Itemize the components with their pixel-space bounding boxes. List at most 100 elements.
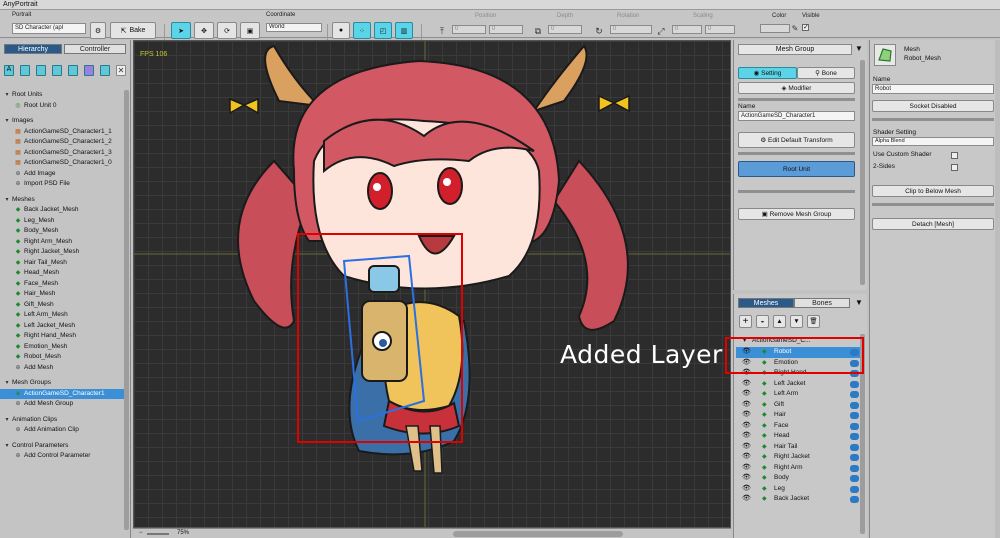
tree-section[interactable]: ▾ Animation Clips [0, 415, 124, 426]
two-sides-checkbox[interactable] [951, 164, 958, 171]
move-down-button[interactable]: ▼ [790, 315, 803, 328]
select-tool-button[interactable]: ➤ [171, 22, 191, 39]
filter-root-button[interactable] [20, 65, 30, 76]
mesh-name-field[interactable]: Robot [872, 84, 994, 94]
modifier-button[interactable]: ◈ Modifier [738, 82, 855, 94]
remove-meshgroup-button[interactable]: ▣ Remove Mesh Group [738, 208, 855, 220]
mesh-view-button[interactable]: ⁘ [353, 22, 371, 39]
tree-item[interactable]: ◆ Face_Mesh [0, 279, 124, 290]
eye-icon[interactable]: 👁 [742, 431, 751, 442]
render-toggle-icon[interactable] [850, 380, 859, 388]
zoom-slider[interactable] [147, 533, 169, 535]
tree-item[interactable]: ◎ Root Unit 0 [0, 101, 124, 112]
coordinate-select[interactable]: World [266, 23, 322, 32]
physics-button[interactable]: ▥ [395, 22, 413, 39]
tree-item[interactable]: ▦ ActionGameSD_Character1_1 [0, 127, 124, 138]
render-toggle-icon[interactable] [850, 433, 859, 440]
position-y-field[interactable]: 0 [489, 25, 523, 34]
layer-item[interactable]: 👁 ◆ Body [736, 473, 861, 484]
layer-item[interactable]: 👁 ◆ Hair [736, 410, 861, 421]
tree-item[interactable]: ◆ Left Arm_Mesh [0, 310, 124, 321]
layer-item[interactable]: 👁 ◆ Back Jacket [736, 494, 861, 505]
expand-icon[interactable]: ▾ [4, 415, 10, 426]
tree-item[interactable]: ◆ Body_Mesh [0, 226, 124, 237]
tab-bones[interactable]: Bones [794, 298, 850, 308]
color-swatch[interactable] [760, 24, 790, 33]
layer-item[interactable]: 👁 ◆ Face [736, 421, 861, 432]
edit-transform-button[interactable]: ⚙ Edit Default Transform [738, 132, 855, 148]
portrait-select[interactable]: SD Character (apl [12, 23, 86, 34]
tree-item[interactable]: ◆ Hair Tail_Mesh [0, 258, 124, 269]
add-layer-button[interactable]: + [739, 315, 752, 328]
eye-icon[interactable]: 👁 [742, 400, 751, 411]
expand-icon[interactable]: ▾ [4, 378, 10, 389]
expand-icon[interactable]: ▾ [4, 195, 10, 206]
tab-bone[interactable]: ⚲ Bone [797, 67, 855, 79]
tree-section[interactable]: ▾ Mesh Groups [0, 378, 124, 389]
viewport-canvas[interactable]: FPS 106 [133, 40, 731, 528]
tree-item[interactable]: ▦ ActionGameSD_Character1_3 [0, 148, 124, 159]
scaling-x-field[interactable]: 0 [672, 25, 702, 34]
tree-section[interactable]: ▾ Control Parameters [0, 441, 124, 452]
tree-add-item[interactable]: ⊕ Add Image [0, 169, 124, 180]
render-toggle-icon[interactable] [850, 443, 859, 451]
layer-item[interactable]: 👁 ◆ Leg [736, 484, 861, 495]
tree-item[interactable]: ◈ ActionGameSD_Character1 [0, 388, 124, 399]
tree-add-item[interactable]: ⊕ Add Control Parameter [0, 451, 124, 462]
hierarchy-scrollbar[interactable] [124, 90, 129, 530]
detach-button[interactable]: Detach [Mesh] [872, 218, 994, 230]
layer-item[interactable]: 👁 ◆ Right Jacket [736, 452, 861, 463]
chevron-down-icon[interactable]: ▼ [855, 44, 863, 53]
shader-select[interactable]: Alpha Blend [872, 137, 994, 146]
close-filter-button[interactable]: ✕ [116, 65, 126, 76]
tree-add-item[interactable]: ⊕ Add Animation Clip [0, 425, 124, 436]
eye-icon[interactable]: 👁 [742, 379, 751, 390]
bone-view-button[interactable]: ◰ [374, 22, 392, 39]
filter-all-button[interactable]: A [4, 65, 14, 76]
chevron-down-icon[interactable]: ▼ [855, 298, 863, 307]
eye-icon[interactable]: 👁 [742, 421, 751, 432]
tree-add-item[interactable]: ⊕ Add Mesh Group [0, 399, 124, 410]
expand-icon[interactable]: ▾ [4, 441, 10, 452]
expand-icon[interactable]: ▾ [4, 90, 10, 101]
layer-item[interactable]: 👁 ◆ Right Arm [736, 463, 861, 474]
layer-item[interactable]: 👁 ◆ Left Jacket [736, 379, 861, 390]
render-toggle-icon[interactable] [850, 391, 859, 398]
eye-icon[interactable]: 👁 [742, 452, 751, 463]
tree-item[interactable]: ◆ Back Jacket_Mesh [0, 205, 124, 216]
tree-item[interactable]: ▦ ActionGameSD_Character1_0 [0, 158, 124, 169]
tab-controller[interactable]: Controller [64, 44, 126, 54]
eye-icon[interactable]: 👁 [742, 494, 751, 505]
tree-item[interactable]: ◆ Right Arm_Mesh [0, 237, 124, 248]
meshgroup-scrollbar[interactable] [860, 60, 865, 285]
depth-field[interactable]: 0 [548, 25, 582, 34]
render-toggle-icon[interactable] [850, 475, 859, 482]
socket-button[interactable]: Socket Disabled [872, 100, 994, 112]
tree-item[interactable]: ▦ ActionGameSD_Character1_2 [0, 137, 124, 148]
zoom-out-icon[interactable]: − [139, 530, 143, 536]
eye-icon[interactable]: 👁 [742, 484, 751, 495]
tree-item[interactable]: ◆ Right Jacket_Mesh [0, 247, 124, 258]
tree-section[interactable]: ▾ Images [0, 116, 124, 127]
clip-below-button[interactable]: Clip to Below Mesh [872, 185, 994, 197]
expand-icon[interactable]: ▾ [4, 116, 10, 127]
tab-hierarchy[interactable]: Hierarchy [4, 44, 62, 54]
layer-option-button[interactable]: ◒ [756, 315, 769, 328]
tree-item[interactable]: ◆ Head_Mesh [0, 268, 124, 279]
filter-anim-button[interactable] [84, 65, 94, 76]
filter-group-button[interactable] [68, 65, 78, 76]
horizontal-scrollbar[interactable] [453, 531, 623, 537]
tree-add-item[interactable]: ⊕ Add Mesh [0, 363, 124, 374]
eye-icon[interactable]: 👁 [742, 473, 751, 484]
delete-layer-button[interactable]: 🗑 [807, 315, 820, 328]
position-x-field[interactable]: 0 [452, 25, 486, 34]
tree-add-item[interactable]: ⊕ Import PSD File [0, 179, 124, 190]
eye-icon[interactable]: 👁 [742, 410, 751, 421]
layer-item[interactable]: 👁 ◆ Gift [736, 400, 861, 411]
tree-item[interactable]: ◆ Gift_Mesh [0, 300, 124, 311]
scale-tool-button[interactable]: ▣ [240, 22, 260, 39]
eye-icon[interactable]: 👁 [742, 389, 751, 400]
custom-shader-checkbox[interactable] [951, 152, 958, 159]
eye-icon[interactable]: 👁 [742, 463, 751, 474]
tab-meshes[interactable]: Meshes [738, 298, 794, 308]
